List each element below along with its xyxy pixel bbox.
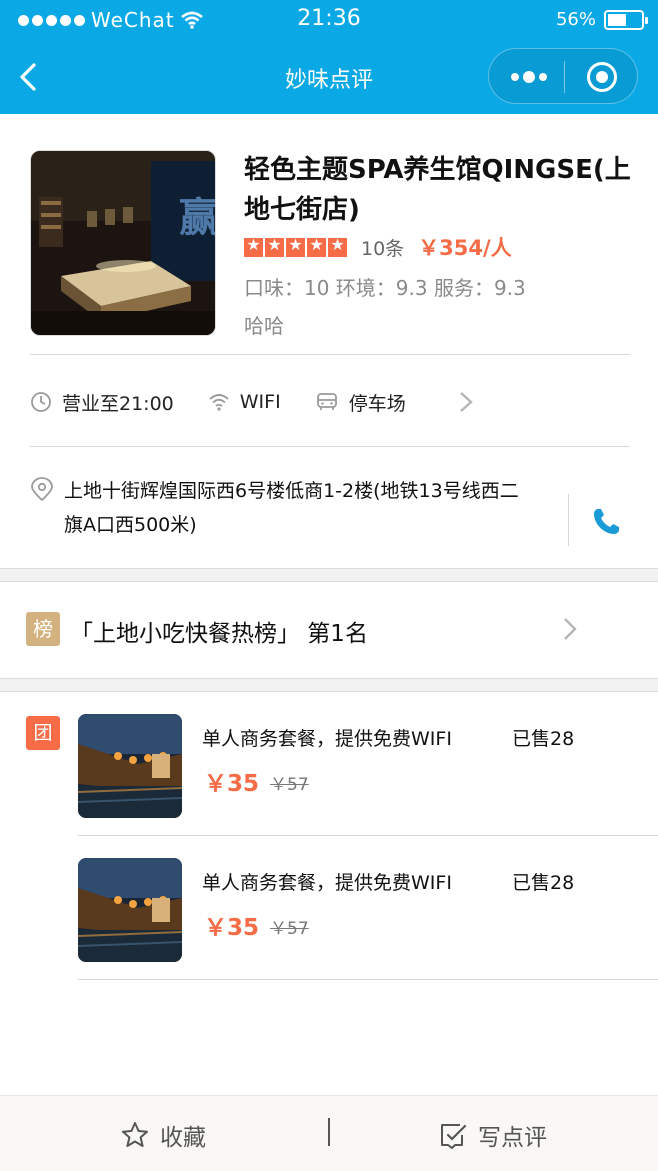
edit-review-icon <box>441 1124 467 1149</box>
deal-title: 单人商务套餐，提供免费WIFI <box>202 872 452 894</box>
shop-name: 轻色主题SPA养生馆QINGSE(上地七街店) <box>244 155 631 225</box>
star-icon <box>265 235 284 257</box>
facility-label: 营业至21:00 <box>62 392 174 415</box>
group-deal-badge: 团 <box>26 716 60 750</box>
write-review-label: 写点评 <box>478 1125 547 1151</box>
mini-program-capsule <box>488 48 638 104</box>
more-menu-icon[interactable] <box>509 65 549 89</box>
deal-original-price: ￥57 <box>270 919 309 939</box>
divider <box>30 446 630 447</box>
car-icon <box>316 393 337 410</box>
star-icon <box>328 235 347 257</box>
section-gap <box>0 678 658 692</box>
divider <box>30 354 630 355</box>
svg-text:赢: 赢 <box>179 195 216 241</box>
deal-price: ￥35 <box>204 771 260 797</box>
battery-icon <box>604 9 648 30</box>
facilities-row[interactable]: 营业至21:00 WIFI 停车场 <box>30 384 630 420</box>
favorite-label: 收藏 <box>160 1125 206 1151</box>
rating-row: 10条 ￥354/人 <box>244 232 512 262</box>
phone-icon[interactable] <box>590 506 622 538</box>
deal-item[interactable]: 单人商务套餐，提供免费WIFI 已售28 ￥35 ￥57 <box>78 836 658 980</box>
star-icon <box>244 235 263 257</box>
bottom-bar-divider <box>328 1118 330 1146</box>
star-icon <box>286 235 305 257</box>
facility-hours: 营业至21:00 <box>30 389 174 416</box>
write-review-button[interactable]: 写点评 <box>438 1118 547 1152</box>
deal-original-price: ￥57 <box>270 775 309 795</box>
section-gap <box>0 568 658 582</box>
address-divider <box>568 494 569 546</box>
facility-label: WIFI <box>239 391 281 413</box>
clock-icon <box>31 392 51 412</box>
facility-wifi: WIFI <box>208 391 281 413</box>
deal-item[interactable]: 单人商务套餐，提供免费WIFI 已售28 ￥35 ￥57 <box>78 692 658 836</box>
wifi-icon <box>209 394 229 411</box>
nav-bar: 妙味点评 <box>0 40 658 114</box>
shop-photo[interactable]: 赢 <box>30 150 216 336</box>
chevron-right-icon <box>564 618 577 640</box>
capsule-divider <box>564 61 565 93</box>
top-bar: WeChat 21:36 56% 妙味点评 <box>0 0 658 114</box>
ranking-badge: 榜 <box>26 612 60 646</box>
deal-sold-count: 已售28 <box>512 872 575 894</box>
shop-scores: 口味：10 环境：9.3 服务：9.3 <box>244 276 526 300</box>
deal-title: 单人商务套餐，提供免费WIFI <box>202 728 452 750</box>
address-row[interactable]: 上地十街辉煌国际西6号楼低商1-2楼(地铁13号线西二旗A口西500米) <box>30 476 630 556</box>
location-pin-icon <box>31 477 53 502</box>
battery-percent: 56% <box>555 9 596 30</box>
ranking-text: 「上地小吃快餐热榜」 第1名 <box>70 621 368 647</box>
deal-photo <box>78 858 182 962</box>
close-miniprogram-icon[interactable] <box>587 62 617 92</box>
shop-address: 上地十街辉煌国际西6号楼低商1-2楼(地铁13号线西二旗A口西500米) <box>64 480 519 536</box>
deal-price: ￥35 <box>204 915 260 941</box>
star-rating <box>244 235 347 257</box>
battery-status: 56% <box>555 9 648 30</box>
shop-tagline: 哈哈 <box>244 314 284 338</box>
facility-parking: 停车场 <box>315 389 406 416</box>
star-icon <box>307 235 326 257</box>
chevron-right-icon[interactable] <box>458 390 474 414</box>
favorite-button[interactable]: 收藏 <box>120 1118 206 1152</box>
bottom-action-bar: 收藏 写点评 <box>0 1095 658 1171</box>
status-bar: WeChat 21:36 56% <box>0 0 658 40</box>
deal-sold-count: 已售28 <box>512 728 575 750</box>
deal-photo <box>78 714 182 818</box>
review-count[interactable]: 10条 <box>361 234 404 261</box>
ranking-row[interactable]: 榜 「上地小吃快餐热榜」 第1名 <box>0 582 658 678</box>
facility-label: 停车场 <box>348 392 406 415</box>
average-price: ￥354/人 <box>418 236 512 260</box>
shop-info: 赢 轻色主题SPA养生馆QINGSE(上地七街店) 10条 ￥354/人 口味：… <box>0 114 658 570</box>
star-outline-icon <box>122 1122 148 1147</box>
